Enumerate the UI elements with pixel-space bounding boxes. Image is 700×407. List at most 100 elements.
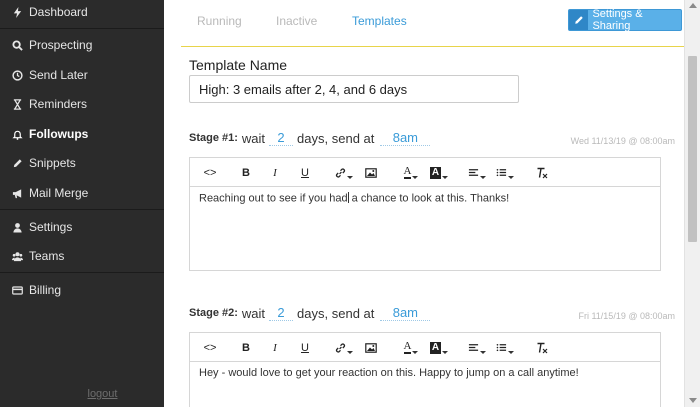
background-color-icon: A — [429, 341, 442, 354]
clear-format-button[interactable] — [534, 158, 550, 187]
stage-1-editor: <> B I U A A Reaching out to see if you … — [189, 157, 661, 271]
sidebar-item-settings[interactable]: Settings — [0, 213, 164, 241]
user-icon — [10, 220, 24, 234]
underline-button[interactable]: U — [298, 333, 312, 362]
stage-2-body[interactable]: Hey - would love to get your reaction on… — [190, 362, 660, 384]
image-button[interactable] — [363, 333, 379, 362]
wait-label: wait — [241, 130, 266, 146]
template-name-input[interactable] — [189, 75, 519, 103]
underline-button[interactable]: U — [298, 158, 312, 187]
stage-1-date: Wed 11/13/19 @ 08:00am — [570, 136, 675, 146]
scroll-thumb[interactable] — [688, 56, 697, 242]
sidebar-item-label: Prospecting — [29, 38, 93, 52]
stage-1-days-input[interactable]: 2 — [269, 130, 294, 146]
bold-button[interactable]: B — [239, 158, 253, 187]
scroll-down-arrow-icon[interactable] — [689, 398, 697, 403]
bullhorn-icon — [10, 186, 24, 200]
stage-2-date: Fri 11/15/19 @ 08:00am — [578, 311, 675, 321]
logout-link[interactable]: logout — [0, 388, 205, 400]
sidebar-item-label: Snippets — [29, 156, 76, 170]
link-button[interactable] — [335, 158, 353, 187]
pencil-icon — [569, 10, 589, 30]
background-color-button[interactable]: A — [429, 158, 449, 187]
link-icon — [335, 167, 346, 178]
users-icon — [10, 249, 24, 263]
bolt-icon — [10, 5, 24, 19]
tab-running[interactable]: Running — [197, 14, 242, 28]
align-button[interactable] — [468, 333, 486, 362]
text-color-icon: A — [403, 165, 412, 179]
clear-format-icon — [537, 167, 548, 178]
sidebar-item-label: Settings — [29, 220, 73, 234]
link-button[interactable] — [335, 333, 353, 362]
align-icon — [468, 343, 479, 351]
bold-button[interactable]: B — [239, 333, 253, 362]
background-color-button[interactable]: A — [429, 333, 449, 362]
text-color-icon: A — [403, 340, 412, 354]
clear-format-button[interactable] — [534, 333, 550, 362]
sidebar-item-label: Send Later — [29, 68, 88, 82]
list-button[interactable] — [496, 333, 514, 362]
source-code-button[interactable]: <> — [201, 158, 219, 187]
header-divider — [181, 46, 684, 47]
sidebar-item-label: Reminders — [29, 97, 88, 111]
template-name-label: Template Name — [189, 57, 288, 73]
sidebar-item-snippets[interactable]: Snippets — [0, 149, 164, 177]
scroll-up-arrow-icon[interactable] — [689, 3, 697, 8]
sidebar-divider — [0, 28, 164, 29]
stage-2-editor: <> B I U A A Hey - would love to get you… — [189, 332, 661, 407]
source-code-button[interactable]: <> — [201, 333, 219, 362]
stage-2-time-input[interactable]: 8am — [380, 305, 431, 321]
text-color-button[interactable]: A — [402, 158, 420, 187]
settings-sharing-button[interactable]: Settings & Sharing — [568, 8, 682, 32]
tab-inactive[interactable]: Inactive — [276, 14, 317, 28]
clock-icon — [10, 68, 24, 82]
hourglass-icon — [10, 97, 24, 111]
days-send-at-label: days, send at — [297, 130, 375, 146]
stage-label: Stage #2: — [189, 307, 238, 319]
search-icon — [10, 38, 24, 52]
editor-toolbar: <> B I U A A — [190, 158, 660, 187]
italic-button[interactable]: I — [268, 333, 282, 362]
editor-toolbar: <> B I U A A — [190, 333, 660, 362]
stage-label: Stage #1: — [189, 132, 238, 144]
sidebar-divider — [0, 272, 164, 273]
sidebar-item-dashboard[interactable]: Dashboard — [0, 0, 164, 26]
sidebar-item-mail-merge[interactable]: Mail Merge — [0, 179, 164, 207]
image-icon — [365, 167, 377, 178]
list-icon — [496, 168, 507, 176]
stage-1-row: Stage #1: wait 2 days, send at 8am — [189, 128, 434, 148]
tab-templates[interactable]: Templates — [352, 14, 407, 28]
sidebar-item-label: Mail Merge — [29, 186, 89, 200]
bell-icon — [10, 127, 24, 141]
sidebar-item-reminders[interactable]: Reminders — [0, 90, 164, 118]
text-color-button[interactable]: A — [402, 333, 420, 362]
italic-button[interactable]: I — [268, 158, 282, 187]
align-icon — [468, 168, 479, 176]
stage-1-body[interactable]: Reaching out to see if you had a chance … — [190, 187, 660, 210]
image-icon — [365, 342, 377, 353]
sidebar-item-send-later[interactable]: Send Later — [0, 61, 164, 89]
stage-2-days-input[interactable]: 2 — [269, 305, 294, 321]
scrollbar[interactable] — [684, 0, 700, 407]
clear-format-icon — [537, 342, 548, 353]
sidebar-item-label: Followups — [29, 127, 89, 141]
body-text-after: a chance to look at this. Thanks! — [348, 192, 510, 205]
body-text-before: Reaching out to see if you had — [199, 192, 348, 205]
body-text-before: Hey - would love to get your reaction on… — [199, 367, 579, 379]
sidebar-item-followups[interactable]: Followups — [0, 120, 164, 148]
background-color-icon: A — [429, 166, 442, 179]
align-button[interactable] — [468, 158, 486, 187]
credit-card-icon — [10, 283, 24, 297]
settings-sharing-label: Settings & Sharing — [592, 8, 643, 32]
sidebar-item-billing[interactable]: Billing — [0, 276, 164, 304]
list-button[interactable] — [496, 158, 514, 187]
wait-label: wait — [241, 305, 266, 321]
sidebar-item-teams[interactable]: Teams — [0, 242, 164, 270]
sidebar: Dashboard Prospecting Send Later Reminde… — [0, 0, 164, 407]
sidebar-divider — [0, 209, 164, 210]
stage-1-time-input[interactable]: 8am — [380, 130, 431, 146]
image-button[interactable] — [363, 158, 379, 187]
list-icon — [496, 343, 507, 351]
sidebar-item-prospecting[interactable]: Prospecting — [0, 31, 164, 59]
